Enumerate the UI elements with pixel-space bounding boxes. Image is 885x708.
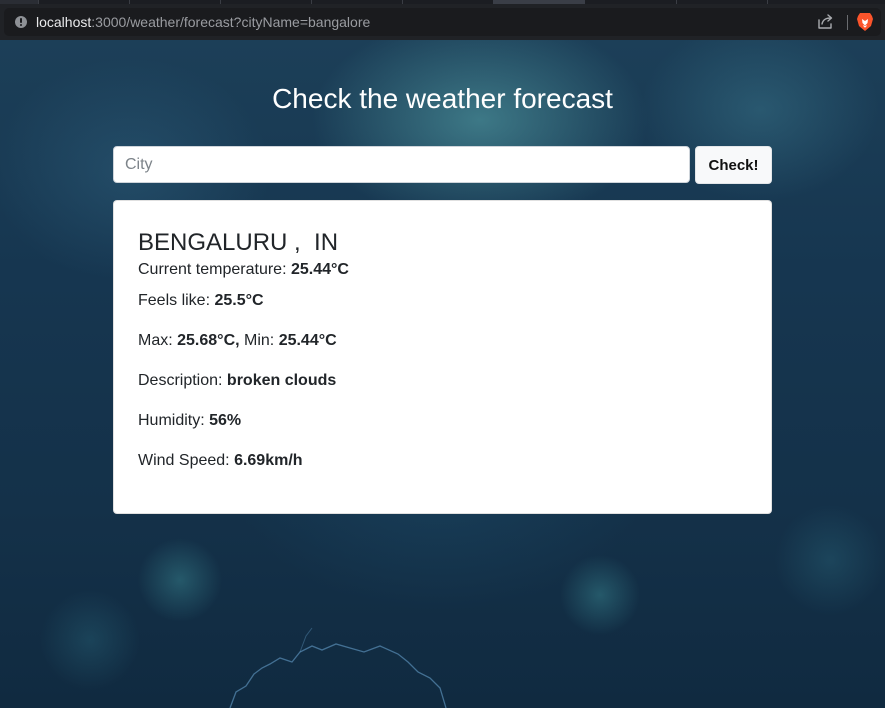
wind-speed-value: 6.69km/h (234, 452, 303, 469)
url-text[interactable]: localhost:3000/weather/forecast?cityName… (36, 14, 370, 30)
humidity-label: Humidity: (138, 412, 210, 429)
min-value: 25.44°C (278, 332, 337, 349)
info-icon[interactable] (15, 16, 27, 28)
weather-result-card: BENGALURU , IN Current temperature: 25.4… (113, 200, 772, 514)
check-button[interactable]: Check! (695, 146, 772, 184)
max-min-row: Max: 25.68°C, Min: 25.44°C (138, 331, 337, 351)
location-separator: , (287, 229, 315, 256)
description-row: Description: broken clouds (138, 371, 336, 391)
current-temperature-row: Current temperature: 25.44°C (138, 260, 349, 280)
feels-like-row: Feels like: 25.5°C (138, 291, 264, 311)
humidity-row: Humidity: 56% (138, 411, 241, 431)
min-label: Min: (239, 332, 279, 349)
current-temperature-label: Current temperature: (138, 261, 291, 278)
url-path: :3000/weather/forecast?cityName=bangalor… (91, 14, 371, 30)
humidity-value: 56% (209, 412, 242, 429)
location-heading: BENGALURU , IN (138, 228, 338, 258)
wind-speed-label: Wind Speed: (138, 452, 235, 469)
description-value: broken clouds (226, 372, 337, 389)
city-name: BENGALURU (138, 229, 288, 256)
address-bar[interactable]: localhost:3000/weather/forecast?cityName… (4, 8, 881, 36)
toolbar-divider (847, 15, 848, 30)
browser-toolbar: localhost:3000/weather/forecast?cityName… (0, 4, 885, 40)
url-host: localhost (36, 14, 92, 30)
brave-lion-icon[interactable] (856, 12, 874, 32)
max-label: Max: (138, 332, 178, 349)
country-code: IN (314, 229, 339, 256)
feels-like-value: 25.5°C (214, 292, 264, 309)
page-title: Check the weather forecast (272, 83, 613, 114)
page-background: Check the weather forecast Check! BENGAL… (0, 40, 885, 708)
city-input[interactable] (113, 146, 690, 183)
share-icon[interactable] (817, 13, 834, 30)
feels-like-label: Feels like: (138, 292, 215, 309)
current-temperature-value: 25.44°C (290, 261, 349, 278)
description-label: Description: (138, 372, 227, 389)
max-value: 25.68°C, (177, 332, 240, 349)
wind-speed-row: Wind Speed: 6.69km/h (138, 451, 303, 471)
